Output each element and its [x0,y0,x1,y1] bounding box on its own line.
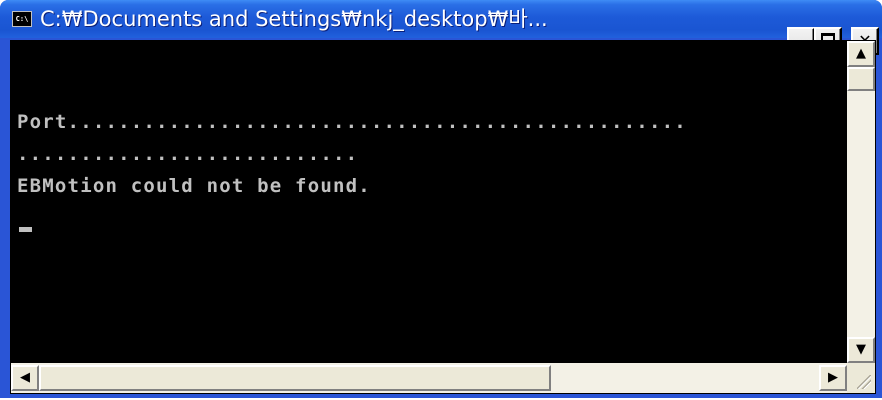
console-window: C:\ C:₩Documents and Settings₩nkj_deskto… [0,0,882,398]
vertical-scroll-thumb[interactable] [847,67,875,91]
arrow-right-icon: ▶ [828,370,838,385]
text-cursor [19,227,32,232]
vertical-scrollbar[interactable]: ▲ ▼ [847,41,875,363]
console-line: Port....................................… [17,111,687,133]
horizontal-scroll-thumb[interactable] [39,365,551,391]
arrow-left-icon: ◀ [20,370,30,385]
arrow-up-icon: ▲ [856,46,866,61]
title-bar[interactable]: C:\ C:₩Documents and Settings₩nkj_deskto… [0,0,882,38]
console-output[interactable]: Port....................................… [11,41,847,363]
console-line: ........................... [17,143,359,165]
window-title: C:₩Documents and Settings₩nkj_desktop₩바.… [40,7,548,31]
resize-grip-icon [857,375,871,389]
scroll-left-button[interactable]: ◀ [11,365,39,391]
arrow-down-icon: ▼ [856,342,866,357]
resize-grip[interactable] [847,363,875,393]
scroll-up-button[interactable]: ▲ [847,41,875,67]
scroll-down-button[interactable]: ▼ [847,337,875,363]
console-client-area: Port....................................… [10,40,876,394]
console-icon[interactable]: C:\ [12,11,32,27]
console-line: EBMotion could not be found. [17,175,371,197]
horizontal-scrollbar[interactable]: ◀ ▶ [11,363,847,393]
scroll-right-button[interactable]: ▶ [819,365,847,391]
